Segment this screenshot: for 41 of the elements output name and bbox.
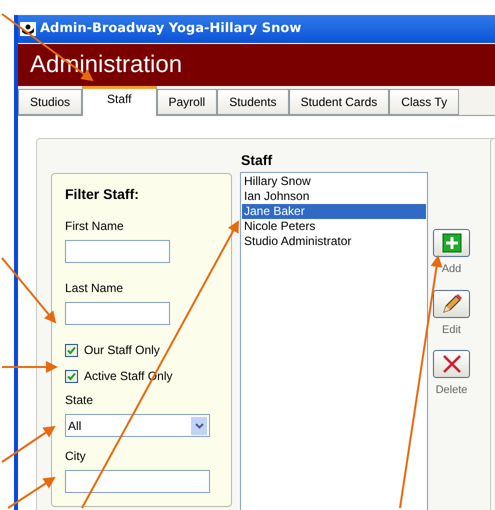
tab[interactable]: Class Ty bbox=[389, 89, 460, 115]
tab[interactable]: Staff bbox=[82, 86, 156, 116]
chevron-icon[interactable] bbox=[191, 416, 207, 434]
checkbox[interactable] bbox=[65, 344, 78, 356]
header-title: Administration bbox=[30, 50, 182, 80]
field-label: City bbox=[65, 448, 86, 465]
tab[interactable]: Students bbox=[217, 89, 289, 115]
tab[interactable]: Studios bbox=[18, 89, 82, 115]
close-icon bbox=[442, 354, 462, 374]
list-item[interactable]: Studio Administrator bbox=[242, 234, 426, 249]
edit-button[interactable] bbox=[433, 290, 470, 318]
annotation-arrow bbox=[1, 426, 56, 463]
staff-list[interactable]: Hillary Snow Ian Johnson Jane Baker Nicole Peters Studio Administrator bbox=[240, 172, 428, 510]
plus-icon bbox=[442, 233, 462, 253]
input-field[interactable] bbox=[65, 302, 170, 325]
button-label: Edit bbox=[442, 322, 461, 338]
window-title: Admin-Broadway Yoga-Hillary Snow bbox=[40, 20, 302, 38]
delete-button[interactable] bbox=[433, 350, 470, 378]
tab[interactable]: Student Cards bbox=[288, 89, 390, 115]
list-title: Staff bbox=[241, 151, 272, 170]
list-item[interactable]: Hillary Snow bbox=[242, 174, 426, 189]
annotation-arrow bbox=[1, 257, 56, 324]
field-label: First Name bbox=[65, 218, 124, 235]
checkbox-label: Our Staff Only bbox=[84, 342, 160, 359]
input-field[interactable] bbox=[65, 240, 170, 263]
input-field[interactable] bbox=[65, 470, 210, 493]
tab[interactable]: Payroll bbox=[156, 89, 218, 115]
field-label: Last Name bbox=[65, 280, 124, 297]
checkbox[interactable] bbox=[65, 370, 78, 382]
state-dropdown[interactable]: All bbox=[65, 414, 210, 437]
annotation-arrow bbox=[2, 361, 58, 373]
button-label: Delete bbox=[436, 383, 468, 398]
list-item[interactable]: Ian Johnson bbox=[242, 189, 426, 204]
add-button[interactable] bbox=[433, 229, 470, 257]
filter-title: Filter Staff: bbox=[65, 185, 140, 204]
pencil-icon bbox=[440, 292, 462, 314]
annotation-arrow bbox=[7, 476, 56, 509]
button-label: Add bbox=[442, 262, 462, 277]
field-label: State bbox=[65, 392, 94, 409]
list-item[interactable]: Jane Baker bbox=[242, 204, 426, 219]
list-item[interactable]: Nicole Peters bbox=[242, 219, 426, 234]
